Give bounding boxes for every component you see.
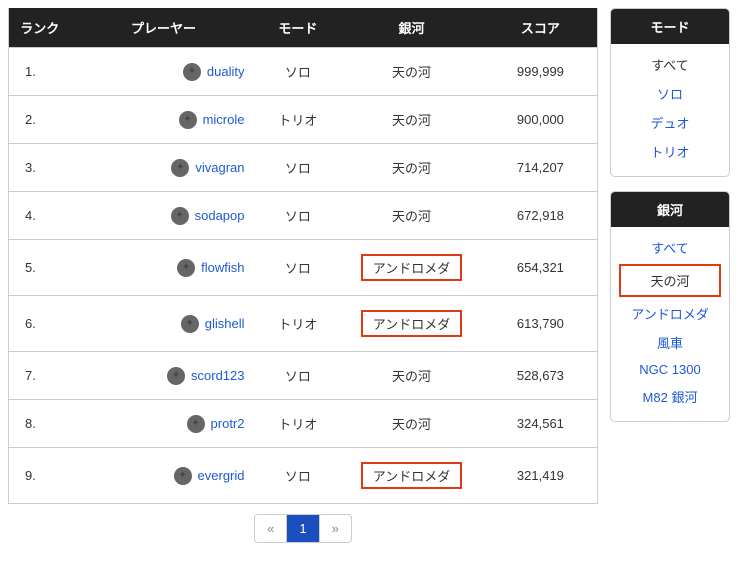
cell-galaxy: 天の河 — [339, 400, 484, 448]
cell-mode: ソロ — [257, 448, 340, 504]
filter-mode-title: モード — [611, 9, 729, 44]
cell-score: 672,918 — [484, 192, 598, 240]
table-row: 4. ✦ sodapop ソロ天の河672,918 — [9, 192, 598, 240]
filter-galaxy-item[interactable]: アンドロメダ — [615, 299, 725, 328]
avatar-icon: ✦ — [177, 259, 195, 277]
filter-panel-mode: モード すべてソロデュオトリオ — [610, 8, 730, 177]
player-link[interactable]: duality — [207, 64, 245, 79]
cell-rank: 6. — [9, 296, 71, 352]
cell-player: ✦ scord123 — [71, 352, 257, 400]
cell-rank: 7. — [9, 352, 71, 400]
cell-rank: 1. — [9, 48, 71, 96]
player-link[interactable]: flowfish — [201, 260, 244, 275]
filter-panel-galaxy: 銀河 すべて天の河アンドロメダ風車NGC 1300M82 銀河 — [610, 191, 730, 422]
cell-rank: 2. — [9, 96, 71, 144]
player-link[interactable]: microle — [203, 112, 245, 127]
pager-page-1[interactable]: 1 — [286, 515, 318, 542]
avatar-icon: ✦ — [174, 467, 192, 485]
player-link[interactable]: sodapop — [195, 208, 245, 223]
col-galaxy: 銀河 — [339, 8, 484, 48]
avatar-icon: ✦ — [167, 367, 185, 385]
filter-galaxy-title: 銀河 — [611, 192, 729, 227]
table-row: 7. ✦ scord123 ソロ天の河528,673 — [9, 352, 598, 400]
table-row: 9. ✦ evergrid ソロアンドロメダ 321,419 — [9, 448, 598, 504]
cell-rank: 8. — [9, 400, 71, 448]
cell-player: ✦ duality — [71, 48, 257, 96]
filter-galaxy-item[interactable]: 風車 — [615, 328, 725, 357]
cell-player: ✦ vivagran — [71, 144, 257, 192]
player-link[interactable]: evergrid — [198, 468, 245, 483]
table-row: 8. ✦ protr2 トリオ天の河324,561 — [9, 400, 598, 448]
avatar-icon: ✦ — [187, 415, 205, 433]
table-row: 2. ✦ microle トリオ天の河900,000 — [9, 96, 598, 144]
filter-mode-item[interactable]: デュオ — [615, 108, 725, 137]
highlight-box: アンドロメダ — [361, 462, 462, 489]
cell-score: 613,790 — [484, 296, 598, 352]
highlight-box: アンドロメダ — [361, 310, 462, 337]
table-row: 3. ✦ vivagran ソロ天の河714,207 — [9, 144, 598, 192]
cell-galaxy: アンドロメダ — [339, 240, 484, 296]
cell-rank: 9. — [9, 448, 71, 504]
player-link[interactable]: glishell — [205, 316, 245, 331]
cell-rank: 3. — [9, 144, 71, 192]
filter-galaxy-item[interactable]: 天の河 — [619, 264, 721, 297]
filter-galaxy-item[interactable]: すべて — [615, 233, 725, 262]
filter-mode-item[interactable]: ソロ — [615, 79, 725, 108]
table-row: 6. ✦ glishell トリオアンドロメダ 613,790 — [9, 296, 598, 352]
cell-galaxy: 天の河 — [339, 192, 484, 240]
filter-mode-item[interactable]: すべて — [615, 50, 725, 79]
filter-galaxy-item[interactable]: NGC 1300 — [615, 357, 725, 382]
col-rank: ランク — [9, 8, 71, 48]
cell-score: 714,207 — [484, 144, 598, 192]
cell-player: ✦ evergrid — [71, 448, 257, 504]
cell-mode: トリオ — [257, 96, 340, 144]
cell-galaxy: 天の河 — [339, 48, 484, 96]
filter-mode-item[interactable]: トリオ — [615, 137, 725, 166]
cell-galaxy: 天の河 — [339, 96, 484, 144]
avatar-icon: ✦ — [179, 111, 197, 129]
cell-rank: 4. — [9, 192, 71, 240]
cell-score: 321,419 — [484, 448, 598, 504]
col-player: プレーヤー — [71, 8, 257, 48]
avatar-icon: ✦ — [181, 315, 199, 333]
leaderboard-table: ランク プレーヤー モード 銀河 スコア 1.✦dualityソロ天の河999,… — [8, 8, 598, 504]
filter-galaxy-item[interactable]: M82 銀河 — [615, 382, 725, 411]
cell-score: 900,000 — [484, 96, 598, 144]
cell-player: ✦ microle — [71, 96, 257, 144]
cell-rank: 5. — [9, 240, 71, 296]
pagination: « 1 » — [8, 514, 598, 543]
table-row: 1. ✦ duality ソロ天の河999,999 — [9, 48, 598, 96]
pager-prev[interactable]: « — [255, 515, 286, 542]
table-row: 5. ✦ flowfish ソロアンドロメダ 654,321 — [9, 240, 598, 296]
cell-mode: ソロ — [257, 48, 340, 96]
col-score: スコア — [484, 8, 598, 48]
avatar-icon: ✦ — [183, 63, 201, 81]
avatar-icon: ✦ — [171, 159, 189, 177]
cell-score: 324,561 — [484, 400, 598, 448]
player-link[interactable]: scord123 — [191, 368, 244, 383]
cell-mode: ソロ — [257, 192, 340, 240]
player-link[interactable]: vivagran — [195, 160, 244, 175]
pager-next[interactable]: » — [319, 515, 351, 542]
cell-mode: トリオ — [257, 400, 340, 448]
cell-mode: ソロ — [257, 240, 340, 296]
cell-galaxy: アンドロメダ — [339, 296, 484, 352]
cell-galaxy: アンドロメダ — [339, 448, 484, 504]
cell-player: ✦ protr2 — [71, 400, 257, 448]
cell-mode: ソロ — [257, 352, 340, 400]
cell-player: ✦ sodapop — [71, 192, 257, 240]
highlight-box: アンドロメダ — [361, 254, 462, 281]
cell-score: 528,673 — [484, 352, 598, 400]
cell-galaxy: 天の河 — [339, 144, 484, 192]
cell-player: ✦ glishell — [71, 296, 257, 352]
player-link[interactable]: protr2 — [211, 416, 245, 431]
avatar-icon: ✦ — [171, 207, 189, 225]
col-mode: モード — [257, 8, 340, 48]
cell-galaxy: 天の河 — [339, 352, 484, 400]
cell-mode: トリオ — [257, 296, 340, 352]
cell-score: 654,321 — [484, 240, 598, 296]
cell-score: 999,999 — [484, 48, 598, 96]
cell-mode: ソロ — [257, 144, 340, 192]
cell-player: ✦ flowfish — [71, 240, 257, 296]
